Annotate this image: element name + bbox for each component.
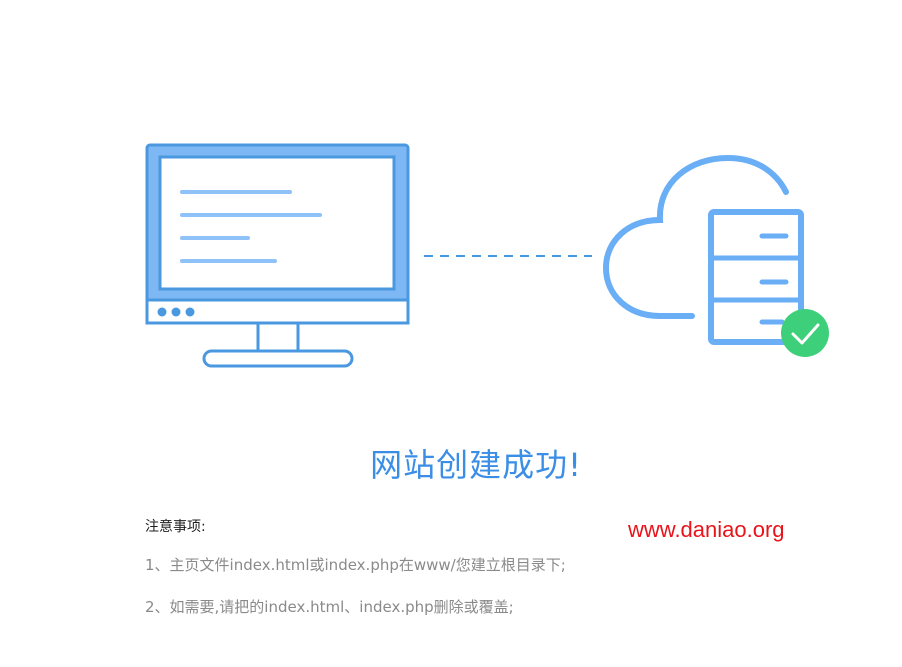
cloud-server-icon	[602, 154, 804, 345]
site-created-illustration	[145, 143, 829, 368]
page-title: 网站创建成功!	[370, 446, 582, 484]
monitor-icon	[145, 143, 410, 368]
notes-heading: 注意事项:	[145, 519, 206, 535]
note-item: 1、主页文件index.html或index.php在www/您建立根目录下;	[145, 556, 566, 574]
note-item: 2、如需要,请把的index.html、index.php删除或覆盖;	[145, 598, 514, 616]
watermark-text: www.daniao.org	[628, 517, 785, 542]
success-check-icon	[781, 309, 829, 357]
